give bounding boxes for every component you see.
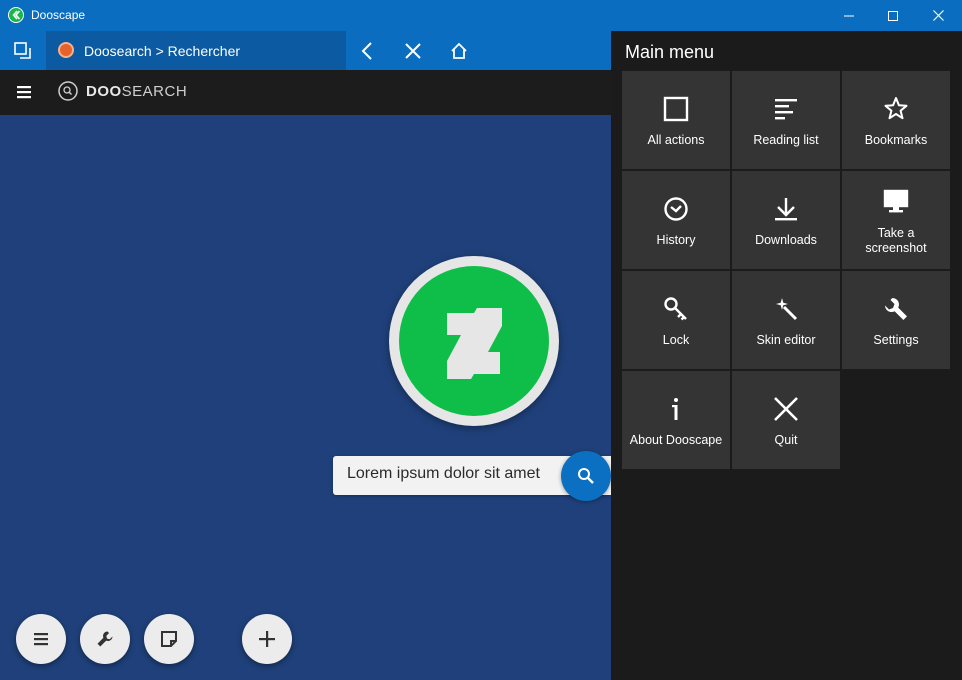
menu-item-label: Quit bbox=[774, 433, 798, 447]
tools-fab-button[interactable] bbox=[80, 614, 130, 664]
wrench-icon bbox=[885, 298, 907, 320]
doosearch-favicon-icon bbox=[58, 42, 74, 58]
window-title: Dooscape bbox=[31, 8, 86, 22]
menu-item-label: Settings bbox=[873, 333, 919, 347]
main-menu-panel: Main menu All actions Reading list Bookm… bbox=[611, 31, 962, 680]
home-icon bbox=[451, 42, 467, 59]
menu-item-label: History bbox=[656, 233, 696, 247]
chevron-left-icon bbox=[361, 41, 372, 60]
menu-item-bookmarks[interactable]: Bookmarks bbox=[842, 71, 950, 169]
page-menu-button[interactable] bbox=[12, 81, 36, 103]
menu-item-label: Downloads bbox=[755, 233, 817, 247]
key-icon bbox=[664, 297, 687, 321]
close-icon bbox=[932, 10, 944, 21]
notes-fab-button[interactable] bbox=[144, 614, 194, 664]
back-button[interactable] bbox=[344, 31, 390, 70]
minimize-icon bbox=[844, 15, 854, 16]
logo-text-light: SEARCH bbox=[121, 83, 188, 100]
menu-item-downloads[interactable]: Downloads bbox=[732, 171, 840, 269]
hamburger-icon bbox=[34, 633, 48, 646]
add-fab-button[interactable] bbox=[242, 614, 292, 664]
clock-icon bbox=[664, 197, 688, 221]
minimize-button[interactable] bbox=[826, 0, 872, 31]
title-bar: Dooscape bbox=[0, 0, 962, 31]
menu-item-label: Reading list bbox=[753, 133, 819, 147]
main-menu-title: Main menu bbox=[625, 42, 715, 62]
menu-item-all-actions[interactable]: All actions bbox=[622, 71, 730, 169]
menu-item-label: Skin editor bbox=[756, 333, 816, 347]
home-button[interactable] bbox=[436, 31, 482, 70]
square-icon bbox=[663, 96, 689, 122]
wrench-icon bbox=[97, 631, 113, 647]
close-window-button[interactable] bbox=[915, 0, 961, 31]
tabs-overview-button[interactable] bbox=[0, 31, 46, 70]
dooscape-brand-logo bbox=[389, 256, 559, 426]
maximize-icon bbox=[888, 10, 898, 21]
list-fab-button[interactable] bbox=[16, 614, 66, 664]
deviantart-style-logo-icon bbox=[447, 308, 502, 379]
search-button[interactable] bbox=[561, 451, 611, 501]
menu-item-history[interactable]: History bbox=[622, 171, 730, 269]
close-icon bbox=[405, 42, 421, 59]
doosearch-logo-icon bbox=[58, 81, 78, 106]
info-icon bbox=[672, 398, 678, 420]
menu-item-skin-editor[interactable]: Skin editor bbox=[732, 271, 840, 369]
logo-text-bold: DOO bbox=[86, 83, 122, 100]
app-logo-icon bbox=[8, 7, 24, 23]
plus-icon bbox=[259, 631, 275, 647]
doosearch-logo[interactable]: DOOSEARCH bbox=[86, 83, 187, 100]
tab-doosearch[interactable]: Doosearch > Rechercher bbox=[46, 31, 346, 70]
search-icon bbox=[578, 468, 594, 484]
hamburger-icon bbox=[17, 86, 31, 99]
note-icon bbox=[161, 631, 177, 647]
reading-list-icon bbox=[775, 99, 797, 120]
menu-item-label: Lock bbox=[662, 333, 690, 347]
menu-item-settings[interactable]: Settings bbox=[842, 271, 950, 369]
menu-item-label: Take a screenshot bbox=[865, 226, 927, 255]
menu-item-label: About Dooscape bbox=[629, 433, 723, 447]
search-input[interactable] bbox=[347, 465, 557, 483]
menu-item-reading-list[interactable]: Reading list bbox=[732, 71, 840, 169]
menu-item-label: Bookmarks bbox=[864, 133, 928, 147]
menu-item-label: All actions bbox=[647, 133, 705, 147]
download-icon bbox=[775, 198, 797, 221]
tabs-icon bbox=[14, 41, 31, 59]
stop-button[interactable] bbox=[390, 31, 436, 70]
monitor-icon bbox=[883, 189, 909, 213]
magic-wand-icon bbox=[776, 298, 798, 321]
star-icon bbox=[884, 97, 908, 120]
maximize-button[interactable] bbox=[870, 0, 916, 31]
menu-item-about[interactable]: About Dooscape bbox=[622, 371, 730, 469]
menu-item-lock[interactable]: Lock bbox=[622, 271, 730, 369]
tab-bar: Doosearch > Rechercher bbox=[0, 31, 611, 70]
tab-label: Doosearch > Rechercher bbox=[84, 43, 241, 59]
menu-item-take-screenshot[interactable]: Take a screenshot bbox=[842, 171, 950, 269]
menu-item-quit[interactable]: Quit bbox=[732, 371, 840, 469]
close-icon bbox=[774, 397, 798, 421]
